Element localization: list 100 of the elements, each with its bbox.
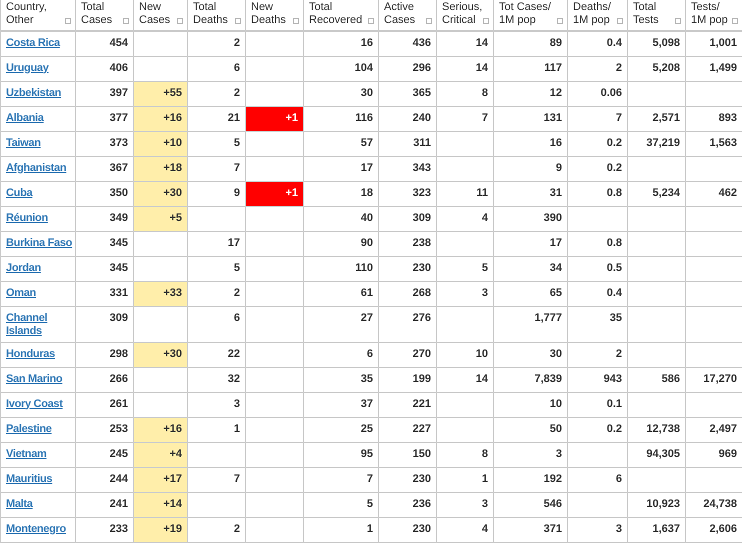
table-cell: 3 bbox=[188, 392, 246, 417]
table-cell: 238 bbox=[378, 231, 436, 256]
table-cell: 90 bbox=[304, 231, 378, 256]
table-cell: 276 bbox=[378, 306, 436, 342]
new-cases-cell: +19 bbox=[134, 517, 188, 542]
table-cell: 7 bbox=[188, 467, 246, 492]
table-cell: 2 bbox=[188, 81, 246, 106]
sort-icon[interactable] bbox=[426, 18, 432, 24]
sort-icon[interactable] bbox=[557, 18, 563, 24]
table-cell: 34 bbox=[494, 256, 568, 281]
table-cell: 27 bbox=[304, 306, 378, 342]
table-cell: 4 bbox=[436, 206, 494, 231]
table-cell: 8 bbox=[436, 81, 494, 106]
table-cell: 61 bbox=[304, 281, 378, 306]
table-cell: 3 bbox=[436, 492, 494, 517]
table-cell: 150 bbox=[378, 442, 436, 467]
table-cell: 7 bbox=[568, 106, 628, 131]
table-cell: 8 bbox=[436, 442, 494, 467]
table-cell: 0.5 bbox=[568, 256, 628, 281]
table-cell: 7 bbox=[436, 106, 494, 131]
sort-icon[interactable] bbox=[235, 18, 241, 24]
table-cell: 0.8 bbox=[568, 231, 628, 256]
table-cell: 17 bbox=[188, 231, 246, 256]
table-cell: 365 bbox=[378, 81, 436, 106]
table-cell: 1,637 bbox=[628, 517, 686, 542]
sort-icon[interactable] bbox=[617, 18, 623, 24]
table-cell: 17 bbox=[494, 231, 568, 256]
table-cell: 230 bbox=[378, 517, 436, 542]
table-cell: 117 bbox=[494, 56, 568, 81]
table-cell: 5 bbox=[436, 256, 494, 281]
table-cell: 546 bbox=[494, 492, 568, 517]
table-cell: 0.2 bbox=[568, 131, 628, 156]
new-cases-cell: +10 bbox=[134, 131, 188, 156]
table-cell: 2,571 bbox=[628, 106, 686, 131]
table-cell: 116 bbox=[304, 106, 378, 131]
table-cell: 230 bbox=[378, 256, 436, 281]
table-cell: 266 bbox=[76, 367, 134, 392]
table-cell: 94,305 bbox=[628, 442, 686, 467]
table-cell: 192 bbox=[494, 467, 568, 492]
sort-icon[interactable] bbox=[293, 18, 299, 24]
table-cell: 10 bbox=[436, 342, 494, 367]
new-cases-cell: +30 bbox=[134, 181, 188, 206]
country-link[interactable]: Malta bbox=[6, 498, 33, 510]
table-cell: 89 bbox=[494, 31, 568, 56]
table-cell: 95 bbox=[304, 442, 378, 467]
new-deaths-cell: +1 bbox=[246, 106, 304, 131]
table-cell: 37 bbox=[304, 392, 378, 417]
table-cell: 5 bbox=[188, 131, 246, 156]
table-cell: 5,234 bbox=[628, 181, 686, 206]
table-cell: 6 bbox=[188, 56, 246, 81]
table-cell: 268 bbox=[378, 281, 436, 306]
table-cell: 10,923 bbox=[628, 492, 686, 517]
table-cell: 311 bbox=[378, 131, 436, 156]
sort-icon[interactable] bbox=[177, 18, 183, 24]
table-cell: 227 bbox=[378, 417, 436, 442]
table-cell: 16 bbox=[494, 131, 568, 156]
table-cell: 104 bbox=[304, 56, 378, 81]
table-cell: 345 bbox=[76, 256, 134, 281]
table-cell: 1 bbox=[436, 467, 494, 492]
table-cell: 10 bbox=[494, 392, 568, 417]
table-cell: 4 bbox=[436, 517, 494, 542]
table-cell: 230 bbox=[378, 467, 436, 492]
table-cell: 5 bbox=[188, 256, 246, 281]
table-cell: 40 bbox=[304, 206, 378, 231]
table-cell: 30 bbox=[494, 342, 568, 367]
table-cell: 371 bbox=[494, 517, 568, 542]
sort-icon[interactable] bbox=[732, 18, 738, 24]
sort-icon[interactable] bbox=[483, 18, 489, 24]
country-link[interactable]: Cuba bbox=[6, 186, 32, 200]
table-cell: 2 bbox=[188, 517, 246, 542]
table-cell: 261 bbox=[76, 392, 134, 417]
table-cell: 14 bbox=[436, 56, 494, 81]
sort-icon[interactable] bbox=[368, 18, 374, 24]
table-cell: 11 bbox=[436, 181, 494, 206]
new-deaths-cell: +1 bbox=[246, 181, 304, 206]
new-cases-cell: +14 bbox=[134, 492, 188, 517]
sort-icon[interactable] bbox=[675, 18, 681, 24]
table-cell: 0.06 bbox=[568, 81, 628, 106]
table-cell: 7,839 bbox=[494, 367, 568, 392]
table-cell: 436 bbox=[378, 31, 436, 56]
table-cell: 199 bbox=[378, 367, 436, 392]
table-cell: 5,208 bbox=[628, 56, 686, 81]
table-cell: 14 bbox=[436, 31, 494, 56]
table-cell: 12 bbox=[494, 81, 568, 106]
table-cell: 16 bbox=[304, 31, 378, 56]
table-cell: 65 bbox=[494, 281, 568, 306]
table-cell: 406 bbox=[76, 56, 134, 81]
table-cell: 586 bbox=[628, 367, 686, 392]
sort-icon[interactable] bbox=[65, 18, 71, 24]
new-cases-cell: +5 bbox=[134, 206, 188, 231]
new-cases-cell: +30 bbox=[134, 342, 188, 367]
sort-icon[interactable] bbox=[123, 18, 129, 24]
table-cell: 2 bbox=[188, 31, 246, 56]
table-cell: 31 bbox=[494, 181, 568, 206]
table-cell: 0.2 bbox=[568, 156, 628, 181]
table-cell: 5,098 bbox=[628, 31, 686, 56]
new-cases-cell: +4 bbox=[134, 442, 188, 467]
table-cell: 309 bbox=[378, 206, 436, 231]
new-cases-cell: +18 bbox=[134, 156, 188, 181]
table-cell: 0.8 bbox=[568, 181, 628, 206]
